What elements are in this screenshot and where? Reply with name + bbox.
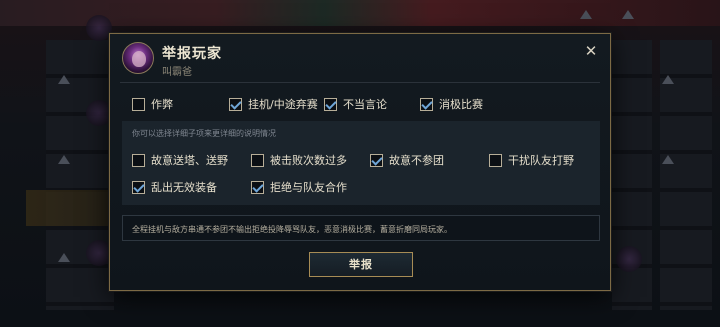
checkbox[interactable] [132, 153, 145, 167]
background-highlight [26, 190, 112, 226]
header-divider [120, 82, 600, 83]
checkbox[interactable] [370, 153, 383, 167]
background-left-column [46, 40, 98, 310]
checkbox[interactable] [489, 153, 502, 167]
checkbox[interactable] [132, 180, 145, 194]
sub-option-refuse-cooperation[interactable]: 拒绝与队友合作 [251, 179, 347, 195]
category-label: 挂机/中途弃赛 [248, 98, 318, 111]
player-avatar [122, 42, 154, 74]
category-verbal-abuse[interactable]: 不当言论 [324, 96, 387, 112]
dialog-title: 举报玩家 [162, 46, 222, 62]
category-label: 不当言论 [343, 98, 387, 111]
category-label: 消极比赛 [439, 98, 483, 111]
dialog-header: 举报玩家 叫霸爸 ✕ [110, 34, 610, 82]
sub-option-label: 被击败次数过多 [270, 154, 347, 167]
checkbox[interactable] [420, 97, 433, 111]
close-icon[interactable]: ✕ [582, 42, 600, 60]
background-rank-icon [662, 75, 674, 84]
checkbox[interactable] [251, 180, 264, 194]
sub-options-hint: 你可以选择详细子项来更详细的说明情况 [132, 129, 276, 138]
background-avatar [616, 246, 642, 272]
sub-option-label: 乱出无效装备 [151, 181, 217, 194]
sub-option-label: 故意送塔、送野 [151, 154, 228, 167]
background-rank-icon [622, 10, 634, 19]
sub-option-feeding[interactable]: 故意送塔、送野 [132, 152, 228, 168]
sub-options-panel: 你可以选择详细子项来更详细的说明情况 故意送塔、送野 被击败次数过多 故意不参团… [122, 121, 600, 205]
checkbox[interactable] [251, 153, 264, 167]
sub-option-no-teamfight[interactable]: 故意不参团 [370, 152, 444, 168]
sub-option-jungle-interference[interactable]: 干扰队友打野 [489, 152, 574, 168]
category-cheating[interactable]: 作弊 [132, 96, 173, 112]
background-rank-icon [58, 253, 70, 262]
background-rank-icon [580, 10, 592, 19]
report-description-text: 全程挂机与敌方串通不参团不输出拒绝投降辱骂队友，恶意消极比赛，蓄意折磨同局玩家。 [132, 225, 452, 234]
submit-report-button[interactable]: 举报 [309, 252, 413, 277]
checkbox[interactable] [324, 97, 337, 111]
background-rank-icon [662, 155, 674, 164]
category-negative-play[interactable]: 消极比赛 [420, 96, 483, 112]
sub-option-useless-items[interactable]: 乱出无效装备 [132, 179, 217, 195]
sub-option-too-many-deaths[interactable]: 被击败次数过多 [251, 152, 347, 168]
sub-option-label: 故意不参团 [389, 154, 444, 167]
sub-option-label: 干扰队友打野 [508, 154, 574, 167]
category-afk[interactable]: 挂机/中途弃赛 [229, 96, 318, 112]
category-label: 作弊 [151, 98, 173, 111]
checkbox[interactable] [132, 97, 145, 111]
sub-option-label: 拒绝与队友合作 [270, 181, 347, 194]
reported-player-name: 叫霸爸 [162, 67, 192, 78]
report-player-dialog: 举报玩家 叫霸爸 ✕ 作弊 挂机/中途弃赛 不当言论 消极比赛 你可以选择详细子… [109, 33, 611, 291]
background-rank-icon [58, 155, 70, 164]
report-description-field[interactable]: 全程挂机与敌方串通不参团不输出拒绝投降辱骂队友，恶意消极比赛，蓄意折磨同局玩家。 [122, 215, 600, 241]
background-rank-icon [58, 75, 70, 84]
checkbox[interactable] [229, 97, 242, 111]
